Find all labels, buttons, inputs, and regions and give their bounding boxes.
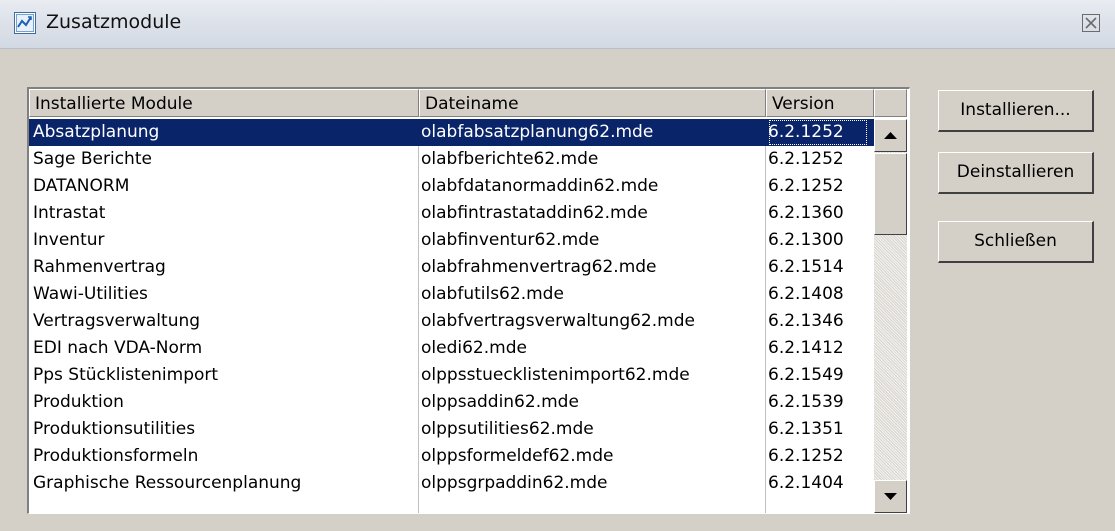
table-row[interactable]: Intrastat olabfintrastataddin62.mde 6.2.13… xyxy=(29,200,874,227)
table-row[interactable]: Produktion olppsaddin62.mde 6.2.1539 xyxy=(29,389,874,416)
table-row[interactable]: Vertragsverwaltung olabfvertragsverwaltun… xyxy=(29,308,874,335)
file-name-cell: olabfinventur62.mde xyxy=(421,230,600,250)
file-name-cell: olabfdatanormaddin62.mde xyxy=(421,176,659,196)
file-name-cell: olabfintrastataddin62.mde xyxy=(421,203,648,223)
table-row[interactable]: Absatzplanung olabfabsatzplanung62.mde 6.2… xyxy=(29,119,874,146)
window-title: Zusatzmodule xyxy=(46,11,182,33)
file-name-cell: olabfvertragsverwaltung62.mde xyxy=(421,311,695,331)
version-cell: 6.2.1549 xyxy=(768,365,844,385)
list-header: Installierte Module Dateiname Version xyxy=(29,89,907,119)
scroll-thumb[interactable] xyxy=(874,153,907,235)
module-name-cell: Intrastat xyxy=(33,203,106,223)
file-name-cell: olabfberichte62.mde xyxy=(421,149,599,169)
file-name-cell: olabfabsatzplanung62.mde xyxy=(421,122,654,142)
module-name-cell: Rahmenvertrag xyxy=(33,257,166,277)
file-name-cell: olppsformeldef62.mde xyxy=(421,446,614,466)
file-name-cell: olppsaddin62.mde xyxy=(421,392,579,412)
file-name-cell: olabfutils62.mde xyxy=(421,284,564,304)
module-name-cell: DATANORM xyxy=(33,176,130,196)
title-bar: Zusatzmodule xyxy=(0,0,1115,49)
table-row[interactable]: Pps Stücklistenimport olppsstuecklistenim… xyxy=(29,362,874,389)
column-header-filename[interactable]: Dateiname xyxy=(419,89,766,117)
version-cell: 6.2.1252 xyxy=(768,176,844,196)
file-name-cell: olabfrahmenvertrag62.mde xyxy=(421,257,657,277)
module-name-cell: Absatzplanung xyxy=(33,122,160,142)
table-row[interactable]: Produktionsformeln olppsformeldef62.mde 6.… xyxy=(29,443,874,470)
table-row[interactable]: EDI nach VDA-Norm oledi62.mde 6.2.1412 xyxy=(29,335,874,362)
module-name-cell: Pps Stücklistenimport xyxy=(33,365,219,385)
table-row[interactable]: Wawi-Utilities olabfutils62.mde 6.2.1408 xyxy=(29,281,874,308)
close-button[interactable]: Schließen xyxy=(938,221,1094,263)
version-cell: 6.2.1404 xyxy=(768,473,844,493)
version-cell: 6.2.1252 xyxy=(768,446,844,466)
module-list[interactable]: Installierte Module Dateiname Version Ab… xyxy=(27,87,910,514)
module-name-cell: Produktion xyxy=(33,392,124,412)
table-row[interactable]: Produktionsutilities olppsutilities62.mde… xyxy=(29,416,874,443)
file-name-cell: olppsstuecklistenimport62.mde xyxy=(421,365,690,385)
column-header-version[interactable]: Version xyxy=(766,89,874,117)
close-icon[interactable] xyxy=(1081,13,1101,33)
column-header-filler xyxy=(874,89,907,117)
table-row[interactable]: Rahmenvertrag olabfrahmenvertrag62.mde 6.2… xyxy=(29,254,874,281)
version-cell: 6.2.1514 xyxy=(768,257,844,277)
arrow-down-icon xyxy=(884,493,897,500)
column-header-modules[interactable]: Installierte Module xyxy=(29,89,419,117)
module-name-cell: Vertragsverwaltung xyxy=(33,311,201,331)
version-cell: 6.2.1408 xyxy=(768,284,844,304)
chart-icon xyxy=(14,12,36,34)
module-name-cell: Graphische Ressourcenplanung xyxy=(33,473,302,493)
module-name-cell: Inventur xyxy=(33,230,105,250)
table-row[interactable]: Graphische Ressourcenplanung olppsgrpaddi… xyxy=(29,470,874,497)
version-cell: 6.2.1252 xyxy=(768,119,868,146)
vertical-scrollbar[interactable] xyxy=(874,119,907,513)
module-name-cell: Produktionsutilities xyxy=(33,419,196,439)
version-cell: 6.2.1351 xyxy=(768,419,844,439)
version-cell: 6.2.1346 xyxy=(768,311,844,331)
arrow-up-icon xyxy=(884,132,897,139)
dialog-window: Zusatzmodule Installierte Module Dateina… xyxy=(0,0,1115,531)
file-name-cell: olppsgrpaddin62.mde xyxy=(421,473,608,493)
list-rows: Absatzplanung olabfabsatzplanung62.mde 6.2… xyxy=(29,119,874,513)
module-name-cell: EDI nach VDA-Norm xyxy=(33,338,203,358)
version-cell: 6.2.1360 xyxy=(768,203,844,223)
install-button[interactable]: Installieren... xyxy=(938,90,1094,132)
scroll-up-button[interactable] xyxy=(874,119,907,152)
file-name-cell: oledi62.mde xyxy=(421,338,527,358)
version-cell: 6.2.1300 xyxy=(768,230,844,250)
table-row[interactable]: DATANORM olabfdatanormaddin62.mde 6.2.1252 xyxy=(29,173,874,200)
version-cell: 6.2.1539 xyxy=(768,392,844,412)
module-name-cell: Produktionsformeln xyxy=(33,446,199,466)
scroll-down-button[interactable] xyxy=(874,480,907,513)
table-row[interactable]: Sage Berichte olabfberichte62.mde 6.2.1252 xyxy=(29,146,874,173)
version-cell: 6.2.1252 xyxy=(768,149,844,169)
version-cell: 6.2.1412 xyxy=(768,338,844,358)
file-name-cell: olppsutilities62.mde xyxy=(421,419,594,439)
uninstall-button[interactable]: Deinstallieren xyxy=(938,152,1094,194)
module-name-cell: Sage Berichte xyxy=(33,149,152,169)
module-name-cell: Wawi-Utilities xyxy=(33,284,148,304)
table-row[interactable]: Inventur olabfinventur62.mde 6.2.1300 xyxy=(29,227,874,254)
